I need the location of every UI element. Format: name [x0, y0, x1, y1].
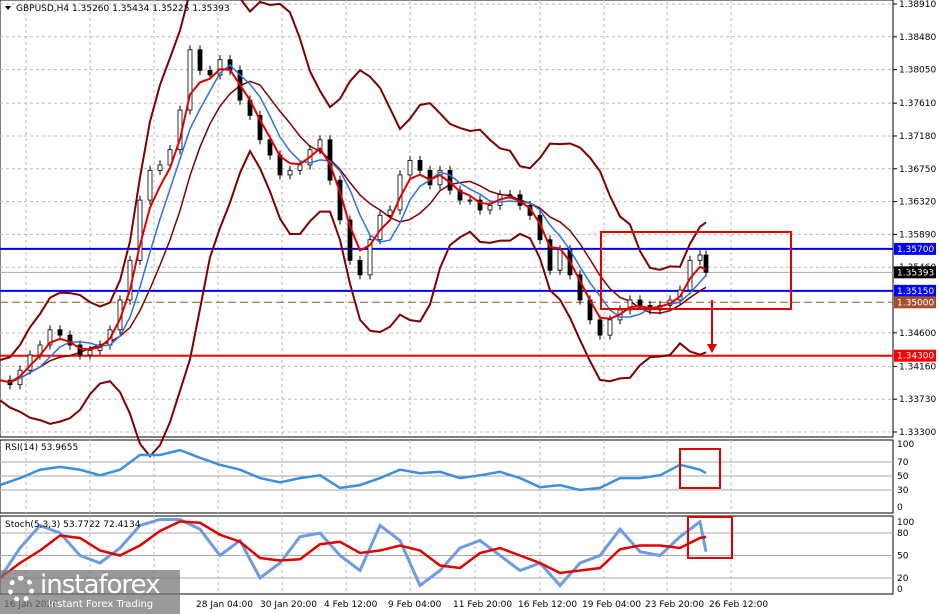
candle-body — [607, 319, 613, 336]
candle-body — [157, 164, 163, 171]
price-tick-label: 1.35460 — [899, 263, 936, 273]
instaforex-logo: instaforex Instant Forex Trading — [0, 570, 180, 614]
price-tick-label: 1.34600 — [899, 329, 936, 339]
price-tick-label: 1.33300 — [899, 428, 936, 438]
stoch-tick-label: 20 — [897, 574, 909, 584]
symbol-header: GBPUSD,H4 1.35260 1.35434 1.35225 1.3539… — [16, 4, 230, 14]
candle-body — [697, 254, 703, 261]
stoch-tick-label: 50 — [897, 552, 909, 562]
price-tick-label: 1.33730 — [899, 395, 936, 405]
time-tick-label: 11 Feb 20:00 — [453, 600, 512, 610]
candle-body — [447, 169, 453, 191]
candle-body — [427, 169, 433, 186]
candle-body — [507, 194, 513, 197]
stoch-tick-label: 100 — [897, 518, 914, 528]
price-tick-label: 1.38910 — [899, 0, 936, 10]
candle-body — [597, 319, 603, 336]
price-tick-label: 1.34160 — [899, 362, 936, 372]
rsi-tick-label: 100 — [897, 440, 914, 450]
time-tick-label: 26 Feb 12:00 — [709, 600, 768, 610]
candle-body — [467, 199, 473, 202]
price-tick-label: 1.35890 — [899, 230, 936, 240]
candle-body — [687, 259, 693, 291]
time-tick-label: 4 Feb 12:00 — [324, 600, 378, 610]
time-tick-label: 28 Jan 04:00 — [196, 600, 253, 610]
price-tick-label: 1.38480 — [899, 33, 936, 43]
time-tick-label: 30 Jan 20:00 — [260, 600, 317, 610]
rsi-tick-label: 0 — [897, 503, 903, 513]
price-level-label: 1.35150 — [897, 287, 934, 297]
price-tick-label: 1.36750 — [899, 165, 936, 175]
candle-body — [197, 49, 203, 71]
candle-body — [557, 249, 563, 271]
time-tick-label: 16 Feb 12:00 — [518, 600, 577, 610]
candle-body — [407, 159, 413, 176]
candle-body — [397, 174, 403, 211]
candle-body — [57, 329, 63, 336]
candle-body — [287, 169, 293, 176]
rsi-tick-label: 50 — [897, 472, 909, 482]
candle-body — [487, 205, 493, 211]
time-tick-label: 19 Feb 04:00 — [582, 600, 641, 610]
price-tick-label: 1.38050 — [899, 66, 936, 76]
candle-body — [357, 259, 363, 276]
candle-body — [87, 349, 93, 356]
time-tick-label: 9 Feb 04:00 — [388, 600, 442, 610]
stoch-label: Stoch(5,3,3) 53.7722 72.4134 — [5, 520, 141, 530]
price-level-label: 1.35000 — [897, 298, 934, 308]
rsi-tick-label: 70 — [897, 458, 909, 468]
stoch-tick-label: 0 — [897, 585, 903, 595]
price-tick-label: 1.37180 — [899, 132, 936, 142]
logo-tagline: Instant Forex Trading — [48, 599, 154, 610]
candle-body — [637, 299, 643, 306]
rsi-label: RSI(14) 53.9655 — [5, 443, 78, 453]
candle-body — [147, 169, 153, 201]
logo-name: instaforex — [40, 570, 160, 600]
gear-logo-icon — [8, 576, 34, 602]
price-level-label: 1.34300 — [897, 352, 934, 362]
candle-body — [297, 164, 303, 171]
chart-canvas[interactable]: 1.357001.351501.350001.343001.35393 1.38… — [0, 0, 939, 614]
candle-body — [207, 69, 213, 76]
price-level-label: 1.35700 — [897, 245, 934, 255]
rsi-tick-label: 30 — [897, 486, 909, 496]
time-tick-label: 23 Feb 20:00 — [645, 600, 704, 610]
price-tick-label: 1.37610 — [899, 99, 936, 109]
price-tick-label: 1.36320 — [899, 198, 936, 208]
candle-body — [417, 159, 423, 171]
candle-body — [327, 139, 333, 181]
stoch-tick-label: 80 — [897, 529, 909, 539]
